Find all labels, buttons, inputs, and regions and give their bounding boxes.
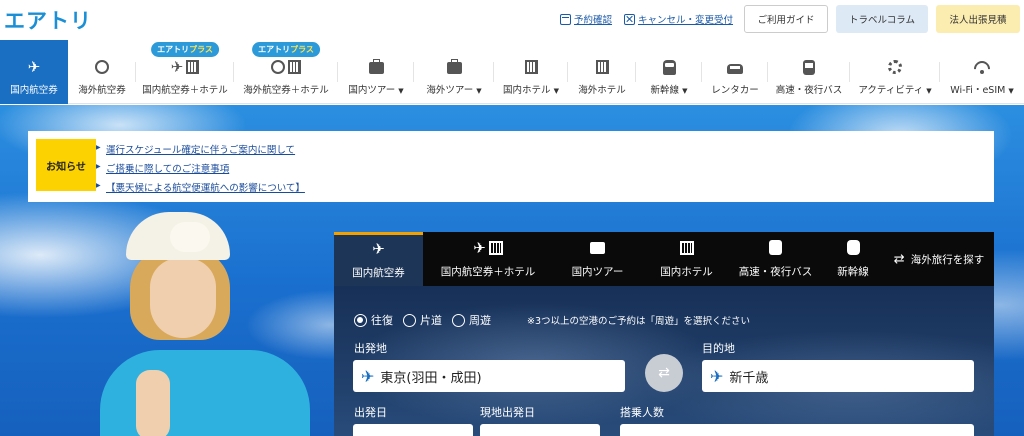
arrival-plane-icon: ✈ [710, 366, 724, 386]
nav-domestic-tour[interactable]: 国内ツアー ▼ [338, 40, 414, 104]
nav-label: 国内ツアー ▼ [348, 85, 404, 96]
local-date-field[interactable] [480, 424, 600, 436]
destination-field[interactable]: ✈ 新千歳 [702, 360, 974, 392]
swap-route-button[interactable]: ⇄ [645, 354, 683, 392]
nav-label: 国内航空券 [10, 85, 58, 96]
nav-domestic-hotel[interactable]: 国内ホテル ▼ [494, 40, 568, 104]
calendar-icon [560, 13, 571, 25]
guide-button[interactable]: ご利用ガイド [744, 5, 828, 33]
car-icon [727, 63, 743, 74]
chevron-down-icon: ▼ [1008, 87, 1014, 95]
destination-label: 目的地 [702, 342, 735, 355]
chevron-down-icon: ▼ [398, 87, 404, 95]
hero-person-image [90, 210, 320, 436]
nav-label: 海外ツアー ▼ [426, 85, 482, 96]
multi-note: ※3つ以上の空港のご予約は「周遊」を選択ください [527, 316, 751, 327]
building-icon [524, 60, 538, 74]
cancel-change-label: キャンセル・変更受付 [638, 15, 734, 26]
corporate-quote-button[interactable]: 法人出張見積 [936, 5, 1020, 33]
origin-label: 出発地 [354, 342, 387, 355]
passengers-label: 搭乗人数 [620, 406, 664, 419]
nav-wifi[interactable]: Wi-Fi・eSIM ▼ [940, 40, 1024, 104]
train-icon [662, 59, 676, 75]
wifi-icon [974, 61, 990, 74]
globe-icon [271, 60, 285, 74]
trip-round[interactable]: 往復 [354, 312, 393, 328]
passengers-field[interactable] [620, 424, 974, 436]
notice-link[interactable]: ご搭乗に際してのご注意事項 [96, 161, 229, 175]
site-logo[interactable]: エアトリ [4, 5, 92, 35]
origin-field[interactable]: ✈ 東京(羽田・成田) [353, 360, 625, 392]
depart-date-field[interactable] [353, 424, 473, 436]
building-icon [595, 60, 609, 74]
airplane-icon: ✈ [170, 57, 184, 76]
notice-box: お知らせ 運行スケジュール確定に伴うご案内に関して ご搭乗に際してのご注意事項 … [28, 131, 994, 202]
chevron-down-icon: ▼ [553, 87, 559, 95]
notice-link[interactable]: 運行スケジュール確定に伴うご案内に関して [96, 142, 295, 156]
travel-column-button[interactable]: トラベルコラム [836, 5, 928, 33]
trip-oneway[interactable]: 片道 [403, 312, 442, 328]
nav-label: 国内航空券＋ホテル [142, 85, 228, 96]
airtrip-plus-badge: エアトリプラス [151, 42, 219, 57]
nav-intl-flight-hotel[interactable]: エアトリプラス 海外航空券＋ホテル [234, 40, 338, 104]
cancel-change-link[interactable]: キャンセル・変更受付 [624, 12, 733, 26]
nav-intl-hotel[interactable]: 海外ホテル [568, 40, 636, 104]
bus-icon [803, 59, 815, 75]
nav-label: Wi-Fi・eSIM ▼ [950, 85, 1014, 96]
nav-label: アクティビティ ▼ [858, 85, 932, 96]
nav-intl-tour[interactable]: 海外ツアー ▼ [414, 40, 494, 104]
hotel-icon [186, 60, 200, 74]
search-form: 往復 片道 周遊 ※3つ以上の空港のご予約は「周遊」を選択ください 出発地 ✈ … [334, 232, 994, 436]
departure-plane-icon: ✈ [361, 366, 375, 386]
notice-link[interactable]: 【悪天候による航空便運航への影響について】 [96, 180, 305, 194]
nav-label: 海外ホテル [578, 85, 626, 96]
nav-label: 海外航空券＋ホテル [243, 85, 329, 96]
airtrip-plus-badge: エアトリプラス [252, 42, 320, 57]
chevron-down-icon: ▼ [476, 87, 482, 95]
trip-type-group: 往復 片道 周遊 ※3つ以上の空港のご予約は「周遊」を選択ください [354, 312, 750, 328]
nav-intl-flight[interactable]: 海外航空券 [68, 40, 136, 104]
nav-shinkansen[interactable]: 新幹線 ▼ [636, 40, 702, 104]
depart-date-label: 出発日 [354, 406, 387, 419]
nav-rental-car[interactable]: レンタカー [702, 40, 768, 104]
nav-activity[interactable]: アクティビティ ▼ [850, 40, 940, 104]
hotel-icon [288, 60, 301, 74]
suitcase-icon [368, 59, 384, 74]
suitcase-icon [446, 59, 462, 74]
local-date-label: 現地出発日 [480, 406, 535, 419]
reservation-check-label: 予約確認 [574, 15, 613, 26]
nav-label: レンタカー [711, 85, 759, 96]
activity-icon [888, 60, 902, 74]
chevron-down-icon: ▼ [682, 87, 688, 95]
app-root: { "header":{ "logo":"エアトリ", "util_links"… [0, 0, 1024, 436]
site-header: エアトリ 予約確認 キャンセル・変更受付 ご利用ガイド トラベルコラム 法人出張… [0, 0, 1024, 40]
notice-label: お知らせ [36, 139, 96, 191]
destination-value: 新千歳 [729, 370, 769, 386]
trip-multi[interactable]: 周遊 [452, 312, 491, 328]
nav-bus[interactable]: 高速・夜行バス [768, 40, 850, 104]
nav-label: 国内ホテル ▼ [503, 85, 559, 96]
nav-label: 高速・夜行バス [775, 85, 843, 96]
reservation-check-link[interactable]: 予約確認 [560, 12, 612, 26]
nav-domestic-flight[interactable]: ✈ 国内航空券 [0, 40, 68, 104]
globe-plane-icon [95, 60, 109, 74]
nav-label: 新幹線 ▼ [650, 85, 688, 96]
chevron-down-icon: ▼ [926, 87, 932, 95]
nav-domestic-flight-hotel[interactable]: エアトリプラス ✈ 国内航空券＋ホテル [136, 40, 234, 104]
origin-value: 東京(羽田・成田) [380, 370, 482, 386]
airplane-icon: ✈ [27, 57, 41, 76]
nav-label: 海外航空券 [78, 85, 126, 96]
service-nav: ✈ 国内航空券 海外航空券 エアトリプラス ✈ 国内航空券＋ホテル エアトリプラ… [0, 40, 1024, 104]
cancel-icon [624, 13, 635, 25]
